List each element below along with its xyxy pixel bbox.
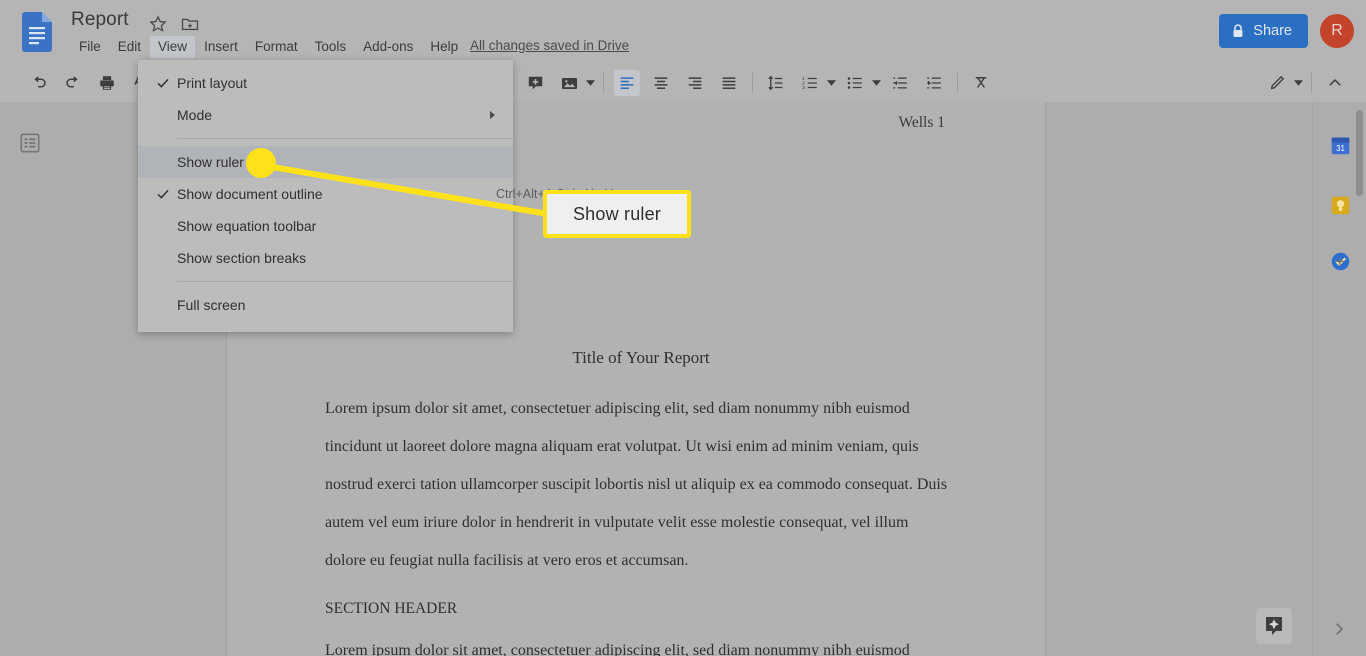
menu-item-file[interactable]: File bbox=[71, 36, 109, 58]
document-paragraph: Lorem ipsum dolor sit amet, consectetuer… bbox=[325, 400, 910, 417]
annotation-callout-label: Show ruler bbox=[572, 203, 662, 224]
increase-indent-icon[interactable] bbox=[921, 70, 947, 96]
decrease-indent-icon[interactable] bbox=[887, 70, 913, 96]
explore-button[interactable] bbox=[1256, 608, 1292, 644]
avatar[interactable]: R bbox=[1320, 14, 1354, 48]
add-comment-icon[interactable] bbox=[522, 70, 548, 96]
bulleted-list-icon[interactable] bbox=[842, 70, 868, 96]
menu-divider bbox=[177, 138, 513, 139]
menu-item-insert[interactable]: Insert bbox=[196, 36, 246, 58]
star-icon[interactable] bbox=[148, 14, 168, 34]
menu-item-help[interactable]: Help bbox=[422, 36, 466, 58]
menu-item-tools[interactable]: Tools bbox=[307, 36, 355, 58]
google-docs-window: Report File Edit View Insert Format Tool… bbox=[0, 0, 1366, 656]
align-justify-icon[interactable] bbox=[716, 70, 742, 96]
chevron-right-icon[interactable] bbox=[1326, 616, 1352, 642]
submenu-arrow-icon bbox=[490, 111, 495, 119]
google-calendar-icon[interactable]: 31 bbox=[1329, 134, 1351, 156]
top-bar: Report File Edit View Insert Format Tool… bbox=[0, 0, 1366, 64]
share-button-label: Share bbox=[1253, 23, 1292, 39]
checkmark-icon bbox=[155, 75, 171, 91]
save-status-label[interactable]: All changes saved in Drive bbox=[470, 38, 629, 53]
svg-text:31: 31 bbox=[1336, 144, 1345, 153]
lock-icon bbox=[1233, 24, 1243, 37]
print-icon[interactable] bbox=[94, 70, 120, 96]
image-icon[interactable] bbox=[556, 70, 582, 96]
move-to-folder-icon[interactable] bbox=[180, 14, 200, 34]
document-paragraph: tincidunt ut laoreet dolore magna aliqua… bbox=[325, 438, 919, 455]
side-panel-rail: 31 + bbox=[1312, 102, 1366, 656]
menu-option-show-equation-toolbar[interactable]: Show equation toolbar bbox=[138, 210, 513, 242]
menu-option-show-section-breaks[interactable]: Show section breaks bbox=[138, 242, 513, 274]
google-keep-icon[interactable] bbox=[1329, 194, 1351, 216]
menu-item-view[interactable]: View bbox=[150, 36, 196, 58]
share-button[interactable]: Share bbox=[1219, 14, 1308, 48]
document-paragraph: Lorem ipsum dolor sit amet, consectetuer… bbox=[325, 642, 910, 656]
bulleted-list-chevron-down-icon[interactable] bbox=[870, 80, 882, 86]
pencil-icon[interactable] bbox=[1264, 70, 1290, 96]
menu-option-label: Show document outline bbox=[177, 186, 323, 202]
menu-divider bbox=[177, 281, 513, 282]
svg-text:3: 3 bbox=[802, 85, 805, 91]
menu-option-show-document-outline[interactable]: Show document outline Ctrl+Alt+A Ctrl+Al… bbox=[138, 178, 613, 210]
align-left-icon[interactable] bbox=[614, 70, 640, 96]
menu-option-label: Print layout bbox=[177, 75, 248, 91]
page-running-header: Wells 1 bbox=[898, 114, 945, 131]
image-chevron-down-icon[interactable] bbox=[584, 80, 596, 86]
document-paragraph: nostrud exerci tation ullamcorper suscip… bbox=[325, 476, 948, 493]
numbered-list-chevron-down-icon[interactable] bbox=[825, 80, 837, 86]
menu-bar: File Edit View Insert Format Tools Add-o… bbox=[71, 36, 467, 58]
view-menu-dropdown[interactable]: Print layout Mode Show ruler Show docume… bbox=[138, 60, 613, 332]
annotation-callout: Show ruler bbox=[543, 190, 691, 238]
menu-option-label: Show equation toolbar bbox=[177, 218, 317, 234]
document-title[interactable]: Report bbox=[71, 9, 129, 31]
clear-formatting-icon[interactable] bbox=[968, 70, 994, 96]
document-body[interactable]: Title of Your Report Lorem ipsum dolor s… bbox=[325, 348, 957, 656]
add-on-plus-icon[interactable]: + bbox=[1335, 252, 1345, 272]
undo-icon[interactable] bbox=[26, 70, 52, 96]
menu-option-label: Show ruler bbox=[177, 154, 244, 170]
menu-option-full-screen[interactable]: Full screen bbox=[138, 289, 513, 321]
editing-mode-chevron-down-icon[interactable] bbox=[1292, 80, 1304, 86]
menu-item-format[interactable]: Format bbox=[247, 36, 306, 58]
menu-option-label: Mode bbox=[177, 107, 213, 123]
document-section-header: SECTION HEADER bbox=[325, 600, 458, 617]
chevron-up-icon[interactable] bbox=[1322, 70, 1348, 96]
numbered-list-icon[interactable]: 1 2 3 bbox=[797, 70, 823, 96]
document-paragraph: autem vel eum iriure dolor in hendrerit … bbox=[325, 514, 909, 531]
explore-icon bbox=[1266, 617, 1282, 635]
menu-option-show-ruler[interactable]: Show ruler bbox=[138, 146, 513, 178]
menu-item-edit[interactable]: Edit bbox=[110, 36, 149, 58]
checkmark-icon bbox=[155, 186, 171, 202]
redo-icon[interactable] bbox=[60, 70, 86, 96]
document-outline-icon[interactable] bbox=[19, 132, 41, 154]
document-heading-title: Title of Your Report bbox=[572, 348, 710, 367]
document-paragraph: dolore eu feugiat nulla facilisis at ver… bbox=[325, 552, 689, 569]
menu-option-label: Full screen bbox=[177, 297, 246, 313]
line-spacing-icon[interactable] bbox=[763, 70, 789, 96]
align-center-icon[interactable] bbox=[648, 70, 674, 96]
menu-option-mode[interactable]: Mode bbox=[138, 99, 513, 131]
google-docs-icon bbox=[22, 12, 52, 52]
menu-option-label: Show section breaks bbox=[177, 250, 307, 266]
menu-item-add-ons[interactable]: Add-ons bbox=[355, 36, 421, 58]
menu-option-print-layout[interactable]: Print layout bbox=[138, 67, 513, 99]
align-right-icon[interactable] bbox=[682, 70, 708, 96]
